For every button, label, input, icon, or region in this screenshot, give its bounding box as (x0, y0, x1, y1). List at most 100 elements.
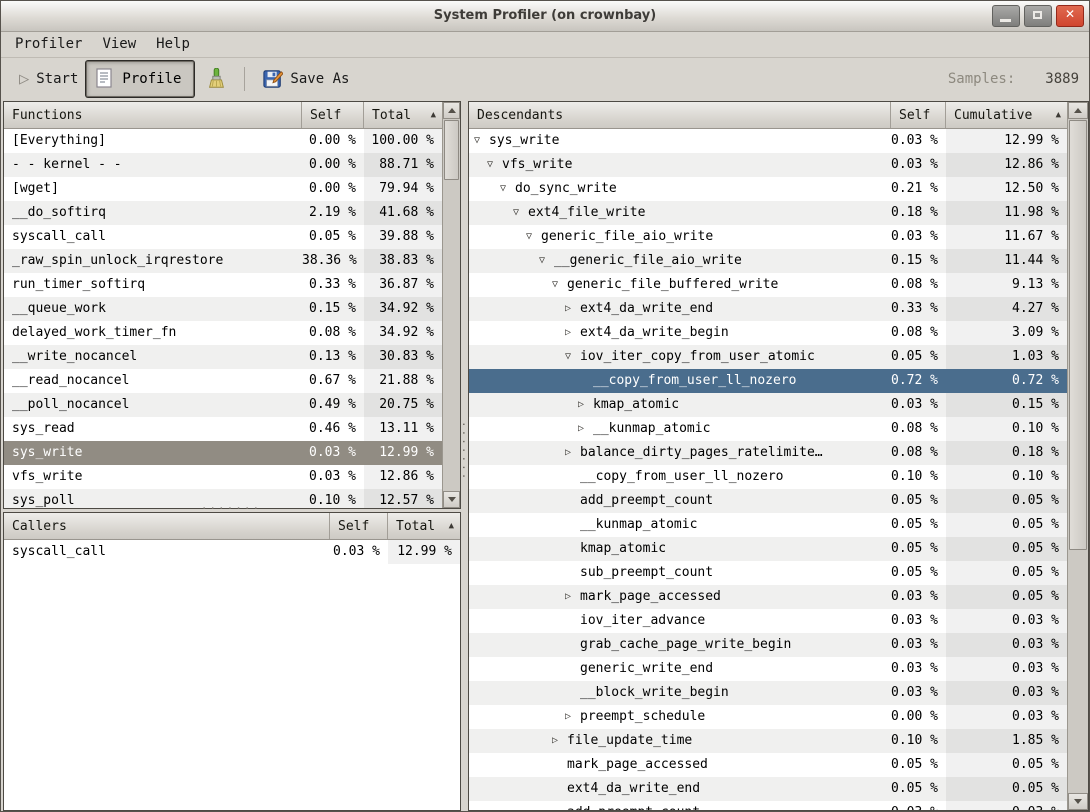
table-row[interactable]: delayed_work_timer_fn0.08 %34.92 % (4, 321, 442, 345)
reset-button[interactable] (194, 68, 234, 90)
self-column-header[interactable]: Self (891, 102, 946, 128)
expander-closed-icon[interactable]: ▷ (552, 729, 567, 753)
table-row[interactable]: ▷kmap_atomic0.03 %0.15 % (469, 393, 1067, 417)
total-value: 13.11 % (364, 417, 442, 441)
name-cell: ▽generic_file_buffered_write (469, 273, 891, 297)
table-row[interactable]: ▷preempt_schedule0.00 %0.03 % (469, 705, 1067, 729)
close-button[interactable]: ✕ (1056, 5, 1084, 27)
table-row[interactable]: ▽__generic_file_aio_write0.15 %11.44 % (469, 249, 1067, 273)
scroll-down-icon[interactable] (443, 491, 460, 508)
table-row[interactable]: ▽do_sync_write0.21 %12.50 % (469, 177, 1067, 201)
table-row[interactable]: __write_nocancel0.13 %30.83 % (4, 345, 442, 369)
table-row[interactable]: ▷balance_dirty_pages_ratelimite…0.08 %0.… (469, 441, 1067, 465)
expander-closed-icon[interactable]: ▷ (565, 297, 580, 321)
menu-profiler[interactable]: Profiler (5, 34, 92, 54)
table-row[interactable]: ▽ext4_file_write0.18 %11.98 % (469, 201, 1067, 225)
title-bar[interactable]: System Profiler (on crownbay) ✕ (1, 1, 1089, 32)
total-column-header[interactable]: Total ▲ (364, 102, 442, 128)
table-row[interactable]: sys_read0.46 %13.11 % (4, 417, 442, 441)
expander-closed-icon[interactable]: ▷ (578, 417, 593, 441)
scroll-down-icon[interactable] (1068, 793, 1088, 810)
table-row[interactable]: __copy_from_user_ll_nozero0.72 %0.72 % (469, 369, 1067, 393)
table-row[interactable]: __do_softirq2.19 %41.68 % (4, 201, 442, 225)
start-button[interactable]: ▷ Start (11, 71, 86, 88)
expander-open-icon[interactable]: ▽ (500, 177, 515, 201)
self-value: 0.03 % (891, 801, 946, 811)
table-row[interactable]: ▽generic_file_buffered_write0.08 %9.13 % (469, 273, 1067, 297)
expander-open-icon[interactable]: ▽ (552, 273, 567, 297)
table-row[interactable]: ▽sys_write0.03 %12.99 % (469, 129, 1067, 153)
expander-closed-icon[interactable]: ▷ (565, 441, 580, 465)
total-column-header[interactable]: Total ▲ (388, 513, 460, 539)
table-row[interactable]: kmap_atomic0.05 %0.05 % (469, 537, 1067, 561)
table-row[interactable]: [Everything]0.00 %100.00 % (4, 129, 442, 153)
table-row[interactable]: syscall_call0.05 %39.88 % (4, 225, 442, 249)
descendants-scrollbar[interactable] (1067, 102, 1088, 810)
menu-view[interactable]: View (92, 34, 146, 54)
self-value: 0.08 % (891, 273, 946, 297)
expander-open-icon[interactable]: ▽ (474, 129, 489, 153)
expander-open-icon[interactable]: ▽ (513, 201, 528, 225)
vertical-pane-splitter[interactable]: ······· (460, 421, 467, 491)
functions-column-header[interactable]: Functions (4, 102, 302, 128)
table-row[interactable]: - - kernel - -0.00 %88.71 % (4, 153, 442, 177)
table-row[interactable]: ▷file_update_time0.10 %1.85 % (469, 729, 1067, 753)
name-cell: grab_cache_page_write_begin (469, 633, 891, 657)
table-row[interactable]: __read_nocancel0.67 %21.88 % (4, 369, 442, 393)
expander-open-icon[interactable]: ▽ (565, 345, 580, 369)
table-row[interactable]: ▽vfs_write0.03 %12.86 % (469, 153, 1067, 177)
expander-open-icon[interactable]: ▽ (539, 249, 554, 273)
table-row[interactable]: ▷__kunmap_atomic0.08 %0.10 % (469, 417, 1067, 441)
table-row[interactable]: mark_page_accessed0.05 %0.05 % (469, 753, 1067, 777)
table-row[interactable]: generic_write_end0.03 %0.03 % (469, 657, 1067, 681)
table-row[interactable]: sys_write0.03 %12.99 % (4, 441, 442, 465)
table-row[interactable]: ▷ext4_da_write_end0.33 %4.27 % (469, 297, 1067, 321)
table-row[interactable]: __poll_nocancel0.49 %20.75 % (4, 393, 442, 417)
table-row[interactable]: __kunmap_atomic0.05 %0.05 % (469, 513, 1067, 537)
cumulative-column-header[interactable]: Cumulative ▲ (946, 102, 1067, 128)
table-row[interactable]: ▷mark_page_accessed0.03 %0.05 % (469, 585, 1067, 609)
function-name: generic_write_end (580, 657, 713, 681)
function-name: __generic_file_aio_write (554, 249, 742, 273)
self-column-header[interactable]: Self (330, 513, 388, 539)
table-row[interactable]: [wget]0.00 %79.94 % (4, 177, 442, 201)
expander-closed-icon[interactable]: ▷ (565, 585, 580, 609)
function-name: run_timer_softirq (12, 273, 145, 297)
functions-scrollbar-thumb[interactable] (444, 120, 459, 180)
self-column-header[interactable]: Self (302, 102, 364, 128)
table-row[interactable]: ext4_da_write_end0.05 %0.05 % (469, 777, 1067, 801)
self-value: 0.05 % (891, 345, 946, 369)
table-row[interactable]: add_preempt_count0.05 %0.05 % (469, 489, 1067, 513)
maximize-button[interactable] (1024, 5, 1052, 27)
descendants-scrollbar-thumb[interactable] (1069, 120, 1087, 550)
expander-closed-icon[interactable]: ▷ (578, 393, 593, 417)
table-row[interactable]: ▷ext4_da_write_begin0.08 %3.09 % (469, 321, 1067, 345)
minimize-button[interactable] (992, 5, 1020, 27)
table-row[interactable]: __queue_work0.15 %34.92 % (4, 297, 442, 321)
save-as-button[interactable]: Save As (255, 68, 357, 90)
expander-closed-icon[interactable]: ▷ (565, 321, 580, 345)
expander-closed-icon[interactable]: ▷ (565, 705, 580, 729)
table-row[interactable]: add_preempt_count0.03 %0.03 % (469, 801, 1067, 811)
profile-toggle-button[interactable]: Profile (86, 61, 194, 97)
table-row[interactable]: _raw_spin_unlock_irqrestore38.36 %38.83 … (4, 249, 442, 273)
scroll-up-icon[interactable] (443, 102, 460, 119)
table-row[interactable]: ▽iov_iter_copy_from_user_atomic0.05 %1.0… (469, 345, 1067, 369)
table-row[interactable]: run_timer_softirq0.33 %36.87 % (4, 273, 442, 297)
total-value: 88.71 % (364, 153, 442, 177)
table-row[interactable]: __copy_from_user_ll_nozero0.10 %0.10 % (469, 465, 1067, 489)
table-row[interactable]: grab_cache_page_write_begin0.03 %0.03 % (469, 633, 1067, 657)
expander-open-icon[interactable]: ▽ (487, 153, 502, 177)
menu-help[interactable]: Help (146, 34, 200, 54)
table-row[interactable]: sub_preempt_count0.05 %0.05 % (469, 561, 1067, 585)
table-row[interactable]: syscall_call0.03 %12.99 % (4, 540, 460, 564)
table-row[interactable]: ▽generic_file_aio_write0.03 %11.67 % (469, 225, 1067, 249)
descendants-column-header[interactable]: Descendants (469, 102, 891, 128)
scroll-up-icon[interactable] (1068, 102, 1088, 119)
callers-column-header[interactable]: Callers (4, 513, 330, 539)
table-row[interactable]: iov_iter_advance0.03 %0.03 % (469, 609, 1067, 633)
table-row[interactable]: __block_write_begin0.03 %0.03 % (469, 681, 1067, 705)
expander-open-icon[interactable]: ▽ (526, 225, 541, 249)
table-row[interactable]: vfs_write0.03 %12.86 % (4, 465, 442, 489)
self-value: 0.00 % (891, 705, 946, 729)
